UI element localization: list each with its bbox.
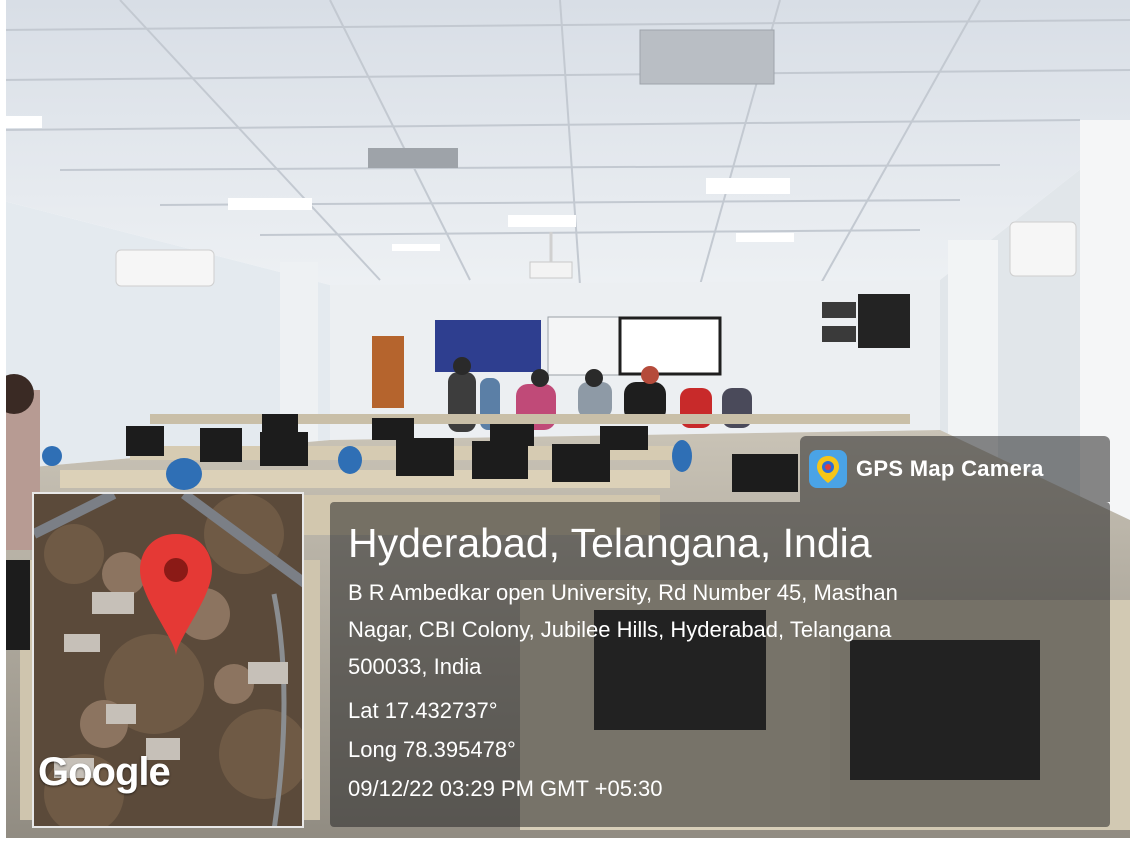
ceiling-light [736, 233, 794, 242]
wall-speaker [858, 294, 910, 348]
gps-map-camera-badge: GPS Map Camera [800, 436, 1110, 502]
projector [529, 261, 573, 279]
location-title: Hyderabad, Telangana, India [348, 520, 872, 566]
ceiling-light [706, 178, 790, 194]
gps-map-camera-app-icon [809, 450, 847, 488]
badge-label: GPS Map Camera [856, 456, 1044, 481]
longitude-text: Long 78.395478° [348, 737, 516, 762]
frame-border-left [0, 0, 6, 850]
air-conditioner [1009, 221, 1077, 277]
ceiling-light [508, 215, 576, 227]
map-thumbnail: Google [32, 492, 304, 828]
google-watermark: Google [38, 750, 171, 794]
whiteboard [547, 316, 623, 376]
address-text: B R Ambedkar open University, Rd Number … [348, 574, 1088, 685]
latitude-text: Lat 17.432737° [348, 698, 498, 723]
address-line: B R Ambedkar open University, Rd Number … [348, 580, 898, 605]
ceiling-vent [639, 29, 775, 85]
datetime-text: 09/12/22 03:29 PM GMT +05:30 [348, 776, 663, 801]
ceiling-vent [368, 148, 458, 168]
air-conditioner [115, 249, 215, 287]
address-line: 500033, India [348, 654, 482, 679]
location-pin-icon [140, 534, 212, 656]
ceiling-light [228, 198, 312, 210]
address-line: Nagar, CBI Colony, Jubilee Hills, Hydera… [348, 617, 892, 642]
ceiling-light [0, 116, 42, 128]
frame-border-bottom [0, 838, 1130, 850]
door [372, 336, 404, 408]
banner [435, 320, 541, 372]
ceiling-light [392, 244, 440, 251]
projection-screen [618, 316, 722, 376]
